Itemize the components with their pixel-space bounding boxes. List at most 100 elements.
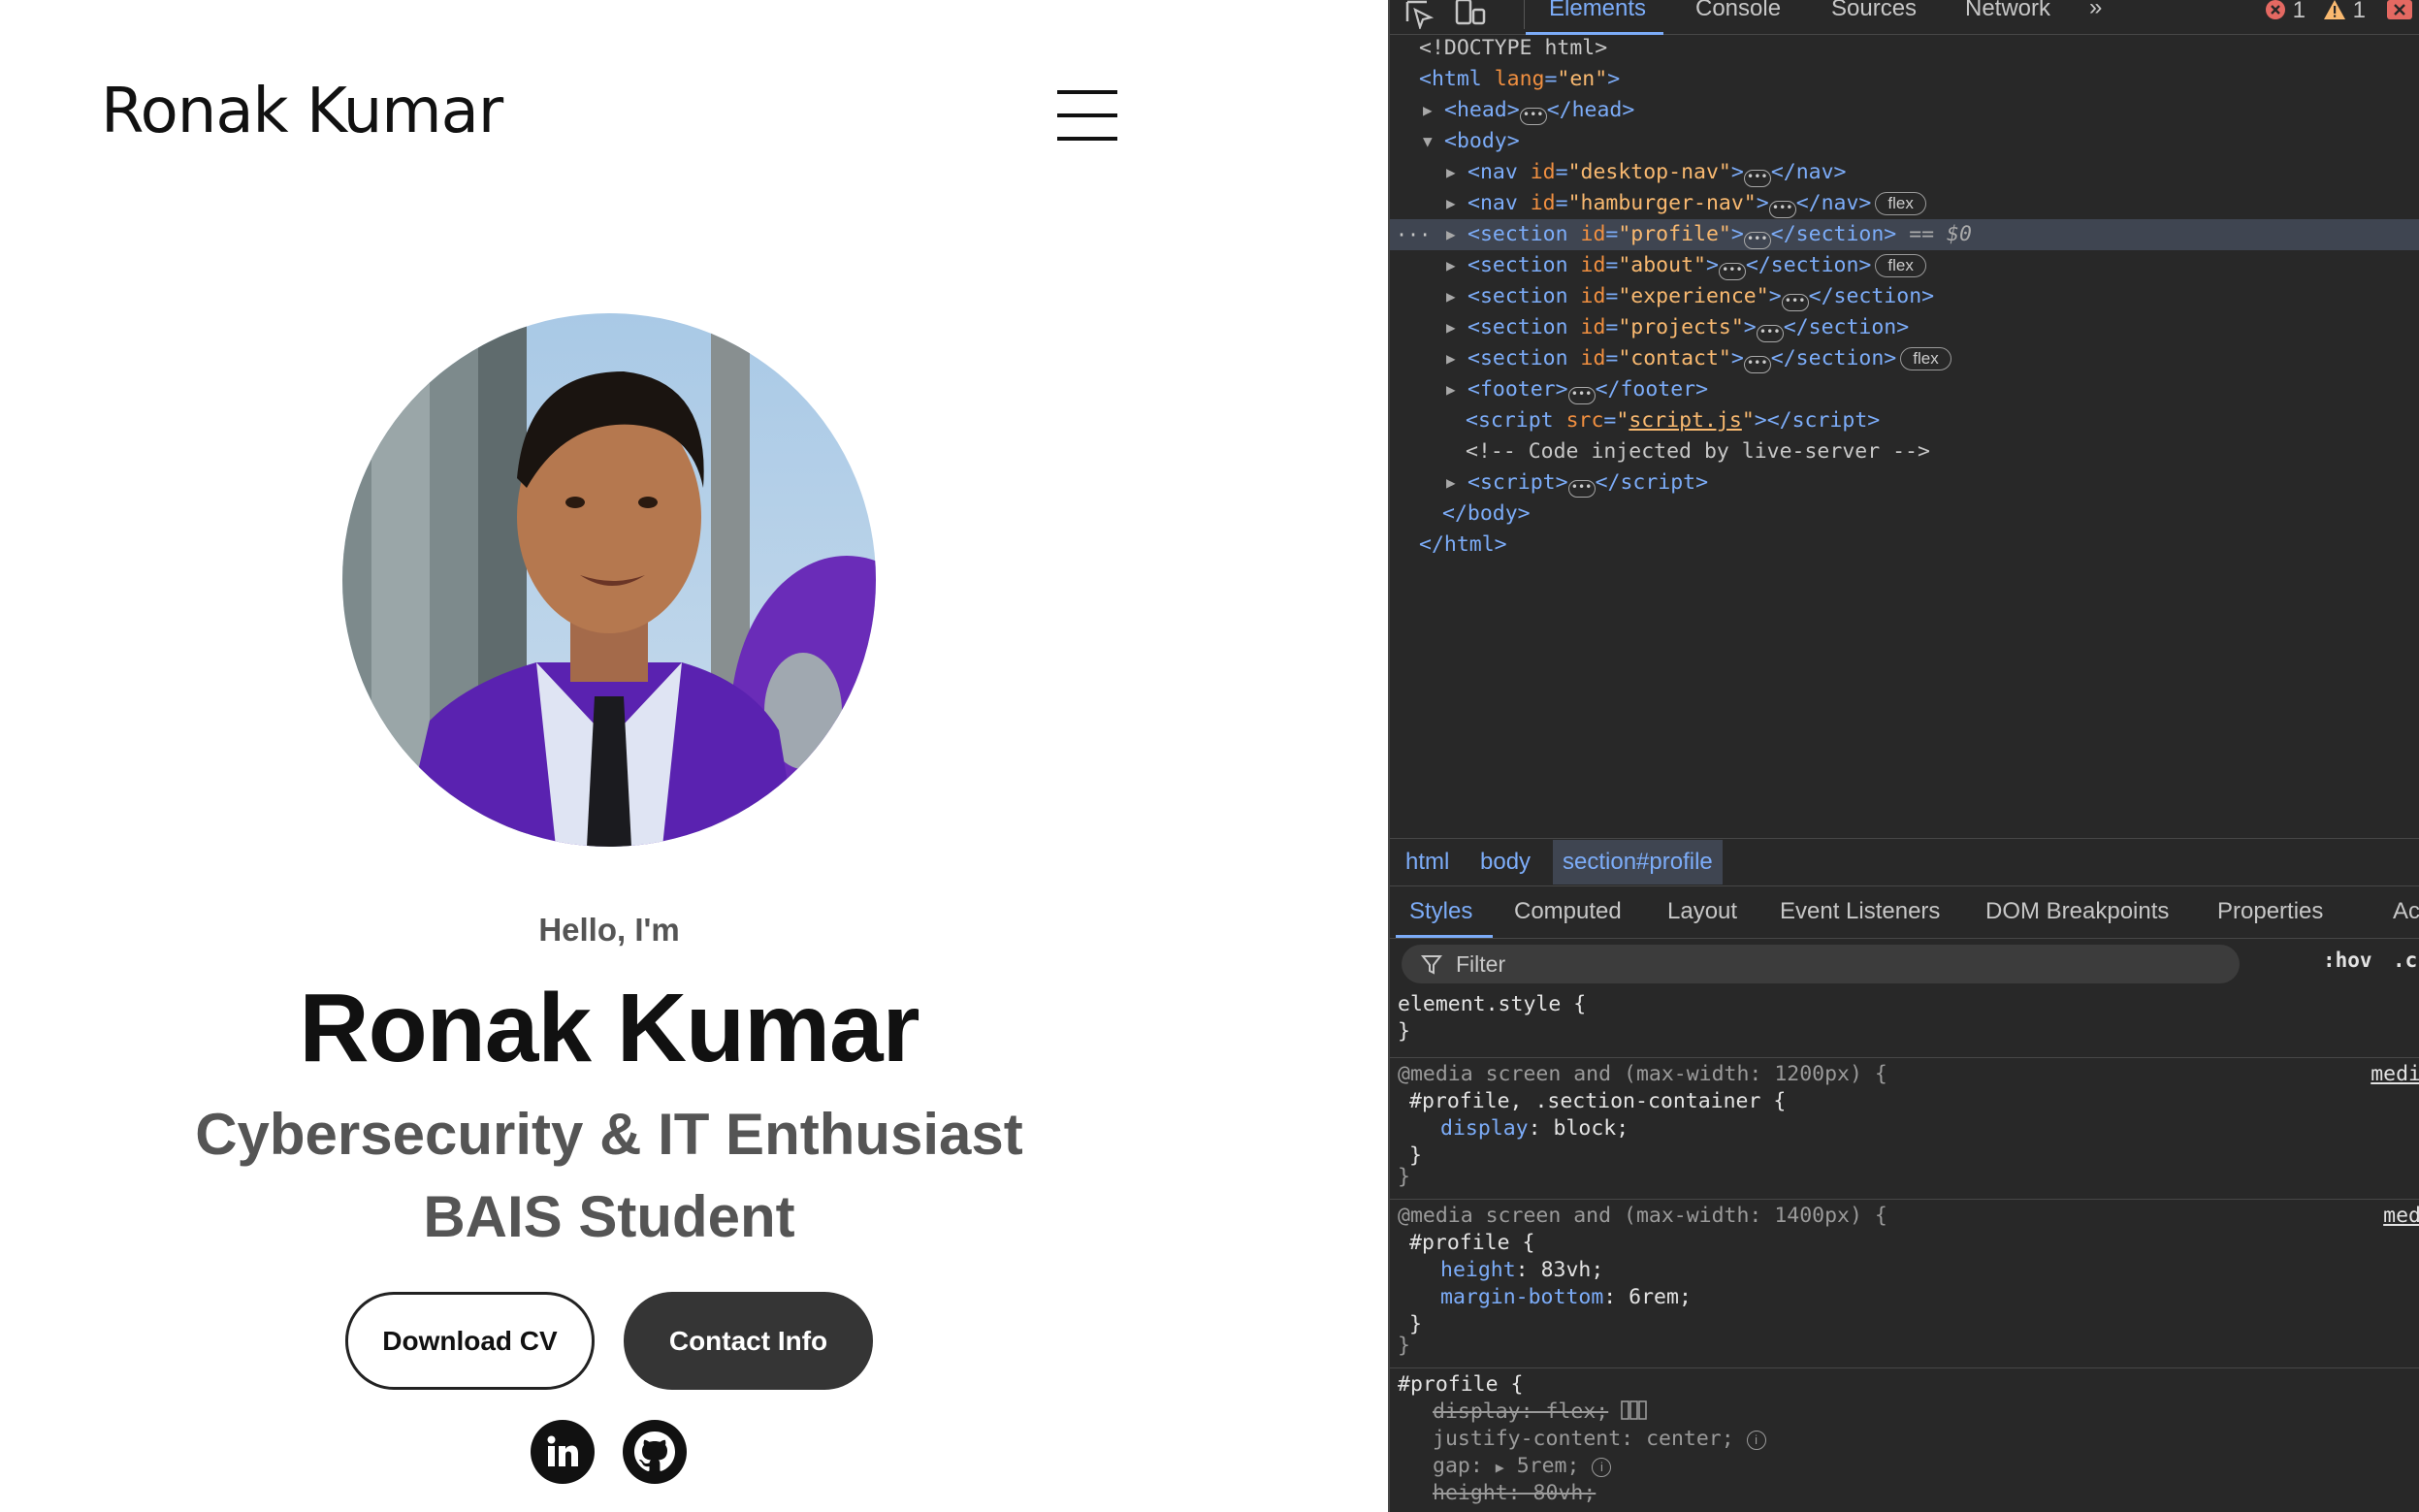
tree-row-doctype[interactable]: <!DOCTYPE html> bbox=[1390, 33, 2419, 64]
css-declaration[interactable]: margin-bottom: 6rem; bbox=[1440, 1284, 1692, 1311]
tree-row-section-projects[interactable]: ▶ <section id="projects"> ••• </section> bbox=[1390, 312, 2419, 343]
issues-icon[interactable] bbox=[2387, 0, 2416, 24]
css-property: gap bbox=[1433, 1454, 1470, 1478]
rule-selector[interactable]: #profile { bbox=[1398, 1371, 1523, 1399]
element-style-rule[interactable]: element.style { bbox=[1398, 991, 1586, 1018]
tab-sources[interactable]: Sources bbox=[1831, 0, 1917, 22]
device-toolbar-icon[interactable] bbox=[1454, 0, 1486, 29]
subtab-accessibility[interactable]: Acce bbox=[2393, 898, 2419, 925]
media-query-1400: @media screen and (max-width: 1400px) { bbox=[1398, 1204, 1887, 1228]
hamburger-menu-icon[interactable] bbox=[1057, 90, 1117, 141]
expand-triangle-icon[interactable]: ▶ bbox=[1446, 374, 1456, 405]
tab-console[interactable]: Console bbox=[1695, 0, 1781, 22]
flexbox-editor-icon[interactable] bbox=[1621, 1399, 1648, 1421]
css-declaration-inactive[interactable]: justify-content: center; i bbox=[1433, 1426, 1766, 1453]
info-icon[interactable]: i bbox=[1746, 1431, 1766, 1450]
subtab-dom-breakpoints[interactable]: DOM Breakpoints bbox=[1985, 898, 2169, 925]
body-tag: body bbox=[1456, 129, 1507, 153]
class-toggle[interactable]: .c bbox=[2393, 949, 2417, 972]
html-tag: <html bbox=[1419, 67, 1482, 91]
contact-info-button[interactable]: Contact Info bbox=[624, 1292, 873, 1390]
media-rule-source-link[interactable]: med bbox=[2383, 1203, 2419, 1230]
css-declaration-overridden[interactable]: height: 80vh; bbox=[1433, 1480, 1596, 1507]
github-icon[interactable] bbox=[623, 1420, 687, 1484]
styles-pane: element.style { } @media screen and (max… bbox=[1390, 991, 2419, 1512]
tree-row-section-profile[interactable]: ··· ▶ <section id="profile"> ••• </section> … bbox=[1390, 219, 2419, 250]
tree-row-section-experience[interactable]: ▶ <section id="experience"> ••• </section> bbox=[1390, 281, 2419, 312]
warning-badge[interactable]: 1 bbox=[2323, 0, 2366, 24]
linkedin-icon[interactable] bbox=[531, 1420, 595, 1484]
ellipsis-icon[interactable]: ••• bbox=[1519, 108, 1547, 125]
breadcrumb-body[interactable]: body bbox=[1480, 849, 1531, 876]
breadcrumb-html[interactable]: html bbox=[1405, 849, 1449, 876]
row-options-icon[interactable]: ··· bbox=[1396, 219, 1431, 250]
tree-row-body-close[interactable]: </body> bbox=[1390, 499, 2419, 530]
inspect-element-icon[interactable] bbox=[1403, 0, 1435, 31]
tree-row-section-contact[interactable]: ▶ <section id="contact"> ••• </section> flex bbox=[1390, 343, 2419, 374]
expand-triangle-icon[interactable]: ▶ bbox=[1446, 343, 1456, 374]
site-logo[interactable]: Ronak Kumar bbox=[101, 76, 503, 147]
expand-triangle-icon[interactable]: ▶ bbox=[1446, 250, 1456, 281]
expand-triangle-icon[interactable]: ▶ bbox=[1446, 219, 1456, 250]
css-declaration-inactive[interactable]: gap: ▶ 5rem; i bbox=[1433, 1453, 1612, 1481]
expand-triangle-icon[interactable]: ▶ bbox=[1446, 157, 1456, 188]
expand-triangle-icon[interactable]: ▶ bbox=[1446, 312, 1456, 343]
css-declaration-overridden[interactable]: display: flex; bbox=[1433, 1399, 1648, 1426]
tree-row-comment[interactable]: <!-- Code injected by live-server --> bbox=[1390, 436, 2419, 467]
script-src-link[interactable]: script.js bbox=[1629, 408, 1742, 433]
css-overridden-declaration: height: 80vh; bbox=[1433, 1481, 1597, 1505]
tab-network[interactable]: Network bbox=[1965, 0, 2050, 22]
styles-filter-input[interactable] bbox=[1456, 949, 2212, 980]
expand-triangle-icon[interactable]: ▶ bbox=[1446, 467, 1456, 499]
rule-selector[interactable]: #profile, .section-container { bbox=[1409, 1088, 1786, 1115]
expand-triangle-icon[interactable]: ▶ bbox=[1446, 188, 1456, 219]
info-icon[interactable]: i bbox=[1592, 1458, 1612, 1477]
subtab-computed[interactable]: Computed bbox=[1514, 898, 1622, 925]
tree-row-html-close[interactable]: </html> bbox=[1390, 530, 2419, 561]
nav-id-value: "desktop-nav" bbox=[1567, 160, 1731, 184]
ellipsis-icon[interactable]: ••• bbox=[1718, 263, 1746, 280]
css-declaration[interactable]: display: block; bbox=[1440, 1115, 1629, 1142]
ellipsis-icon[interactable]: ••• bbox=[1756, 325, 1784, 342]
tree-row-head[interactable]: ▶ <head> ••• </head> bbox=[1390, 95, 2419, 126]
subtab-styles[interactable]: Styles bbox=[1409, 898, 1472, 925]
tree-row-body[interactable]: ▼ <body> bbox=[1390, 126, 2419, 157]
subtab-event-listeners[interactable]: Event Listeners bbox=[1780, 898, 1940, 925]
tab-elements[interactable]: Elements bbox=[1549, 0, 1646, 22]
tree-row-html[interactable]: <html lang="en"> bbox=[1390, 64, 2419, 95]
ellipsis-icon[interactable]: ••• bbox=[1743, 356, 1771, 373]
flex-badge[interactable]: flex bbox=[1875, 192, 1926, 215]
tree-row-script-src[interactable]: <script src="script.js"></script> bbox=[1390, 405, 2419, 436]
tree-row-section-about[interactable]: ▶ <section id="about"> ••• </section> flex bbox=[1390, 250, 2419, 281]
media-rule-source-link[interactable]: medi bbox=[2371, 1061, 2419, 1088]
tree-row-hamburger-nav[interactable]: ▶ <nav id="hamburger-nav"> ••• </nav> flex bbox=[1390, 188, 2419, 219]
error-badge[interactable]: 1 bbox=[2265, 0, 2306, 24]
ellipsis-icon[interactable]: ••• bbox=[1567, 387, 1596, 404]
rule-divider bbox=[1390, 1057, 2419, 1058]
flex-badge[interactable]: flex bbox=[1875, 254, 1926, 277]
selected-node-marker: == $0 bbox=[1909, 222, 1972, 246]
download-cv-button[interactable]: Download CV bbox=[345, 1292, 595, 1390]
ellipsis-icon[interactable]: ••• bbox=[1743, 170, 1771, 187]
hover-state-toggle[interactable]: :hov bbox=[2323, 949, 2372, 972]
breadcrumb-section-profile[interactable]: section#profile bbox=[1553, 840, 1723, 885]
section-id-value: "experience" bbox=[1618, 284, 1769, 308]
ellipsis-icon[interactable]: ••• bbox=[1743, 232, 1771, 249]
css-declaration[interactable]: height: 83vh; bbox=[1440, 1257, 1603, 1284]
tree-row-desktop-nav[interactable]: ▶ <nav id="desktop-nav"> ••• </nav> bbox=[1390, 157, 2419, 188]
expand-shorthand-icon[interactable]: ▶ bbox=[1496, 1459, 1504, 1476]
ellipsis-icon[interactable]: ••• bbox=[1781, 294, 1809, 311]
collapse-triangle-icon[interactable]: ▼ bbox=[1423, 126, 1433, 157]
tree-row-footer[interactable]: ▶ <footer> ••• </footer> bbox=[1390, 374, 2419, 405]
more-tabs-chevron-icon[interactable]: » bbox=[2089, 0, 2102, 21]
subtab-layout[interactable]: Layout bbox=[1667, 898, 1737, 925]
ellipsis-icon[interactable]: ••• bbox=[1567, 480, 1596, 498]
flex-badge[interactable]: flex bbox=[1900, 347, 1951, 370]
subtab-properties[interactable]: Properties bbox=[2217, 898, 2323, 925]
devtools-tabbar: Elements Console Sources Network » 1 1 bbox=[1390, 0, 2419, 35]
rule-selector[interactable]: #profile { bbox=[1409, 1230, 1534, 1257]
expand-triangle-icon[interactable]: ▶ bbox=[1446, 281, 1456, 312]
tree-row-script-inline[interactable]: ▶ <script> ••• </script> bbox=[1390, 467, 2419, 499]
ellipsis-icon[interactable]: ••• bbox=[1768, 201, 1796, 218]
expand-triangle-icon[interactable]: ▶ bbox=[1423, 95, 1433, 126]
